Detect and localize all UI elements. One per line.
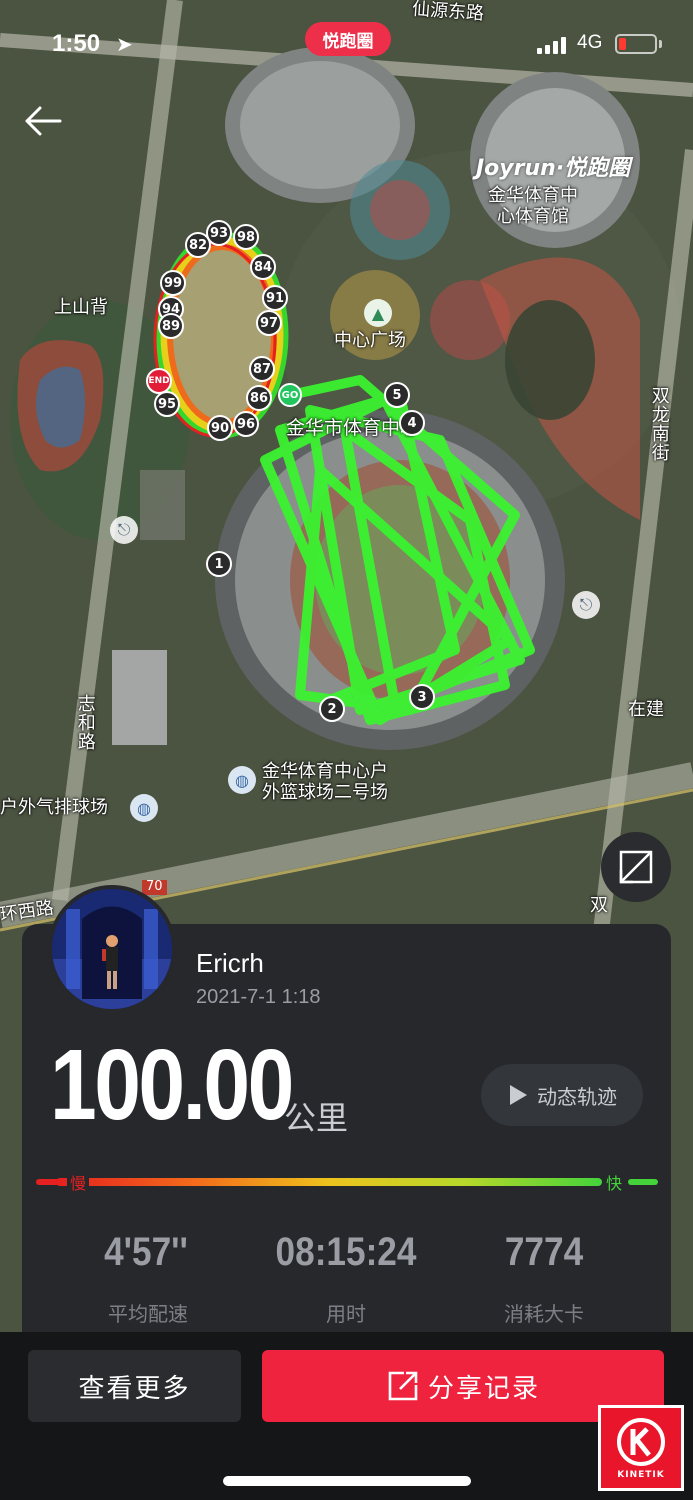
entrance-icon: ⎋ [110,516,138,544]
duration-value: 08:15:24 [275,1230,417,1274]
place-label-shangshanbei: 上山背 [54,297,108,318]
volleyball-icon: ◍ [130,794,158,822]
kinetik-logo: KINETIK [598,1405,684,1491]
end-marker[interactable]: END [146,368,172,394]
route-km-marker[interactable]: 1 [206,551,232,577]
user-name: Ericrh [196,948,264,978]
loop-km-marker[interactable]: 98 [233,224,259,250]
pace-bar-fast-segment [628,1179,658,1185]
route-km-marker[interactable]: 4 [399,410,425,436]
place-label-zaijian: 在建 [628,699,664,720]
loop-km-marker[interactable]: 91 [262,285,288,311]
place-label-volleyball: 户外气排球场 [0,797,108,818]
duration-label: 用时 [326,1302,366,1326]
stadium-label-gym: 金华体育中 心体育馆 [488,185,578,227]
avg-pace-label: 平均配速 [108,1302,188,1326]
status-bar: 1:50 ➤ 悦跑圈 4G [0,22,693,66]
calories-value: 7774 [504,1230,584,1274]
status-time: 1:50 [52,30,101,57]
place-label-plaza: 中心广场 [334,330,406,351]
place-label-court: 金华体育中心户 外篮球场二号场 [262,761,388,803]
network-type: 4G [577,32,603,53]
arrow-left-icon [25,106,62,136]
home-indicator[interactable] [223,1476,471,1486]
share-record-label: 分享记录 [427,1373,540,1404]
view-more-button[interactable]: 查看更多 [28,1350,241,1422]
tree-icon: ▲ [364,299,392,327]
road-label-shuanglong: 双龙南街 [648,386,670,462]
dynamic-track-label: 动态轨迹 [537,1084,617,1109]
battery-icon [615,34,657,54]
loop-km-marker[interactable]: 97 [256,310,282,336]
route-km-marker[interactable]: 2 [319,696,345,722]
loop-km-marker[interactable]: 89 [158,313,184,339]
avg-pace-value: 4'57'' [104,1230,188,1274]
run-date: 2021-7-1 1:18 [196,986,321,1008]
road-label-shuang-bottom: 双 [590,895,608,916]
kinetik-logo-text: KINETIK [617,1470,665,1480]
joyrun-watermark: Joyrun·悦跑圈 [476,156,631,181]
pace-gradient-bar [56,1178,602,1186]
dynamic-track-button[interactable]: 动态轨迹 [481,1064,643,1126]
avatar-image [52,889,172,1009]
battery-tip [659,40,662,48]
route-km-marker[interactable]: 3 [409,684,435,710]
loop-km-marker[interactable]: 87 [249,356,275,382]
loop-km-marker[interactable]: 99 [160,270,186,296]
distance-unit: 公里 [284,1099,349,1137]
distance-value: 100.00 [50,1029,294,1141]
pace-fast-label: 快 [603,1170,625,1194]
loop-km-marker[interactable]: 96 [233,411,259,437]
avatar[interactable] [48,885,176,1013]
loop-km-marker[interactable]: 86 [246,385,272,411]
pace-slow-label: 慢 [67,1170,89,1194]
calories-label: 消耗大卡 [504,1302,584,1326]
play-icon [510,1085,527,1105]
road-label-zhihe: 志和路 [74,694,96,751]
app-badge: 悦跑圈 [305,22,391,56]
loop-km-marker[interactable]: 95 [154,391,180,417]
location-arrow-icon: ➤ [116,32,133,56]
go-marker[interactable]: GO [278,383,302,407]
entrance-icon: ⎋ [572,591,600,619]
signal-icon [537,36,569,54]
loop-km-marker[interactable]: 84 [250,254,276,280]
loop-km-marker[interactable]: 90 [207,415,233,441]
loop-km-marker[interactable]: 93 [206,220,232,246]
kinetik-logo-mark [617,1418,665,1466]
expand-icon [619,850,653,884]
fullscreen-button[interactable] [601,832,671,902]
route-km-marker[interactable]: 5 [384,382,410,408]
road-sign-number: 70 [142,879,167,895]
share-icon [388,1371,418,1401]
basketball-icon: ◍ [228,766,256,794]
back-button[interactable] [20,98,66,144]
